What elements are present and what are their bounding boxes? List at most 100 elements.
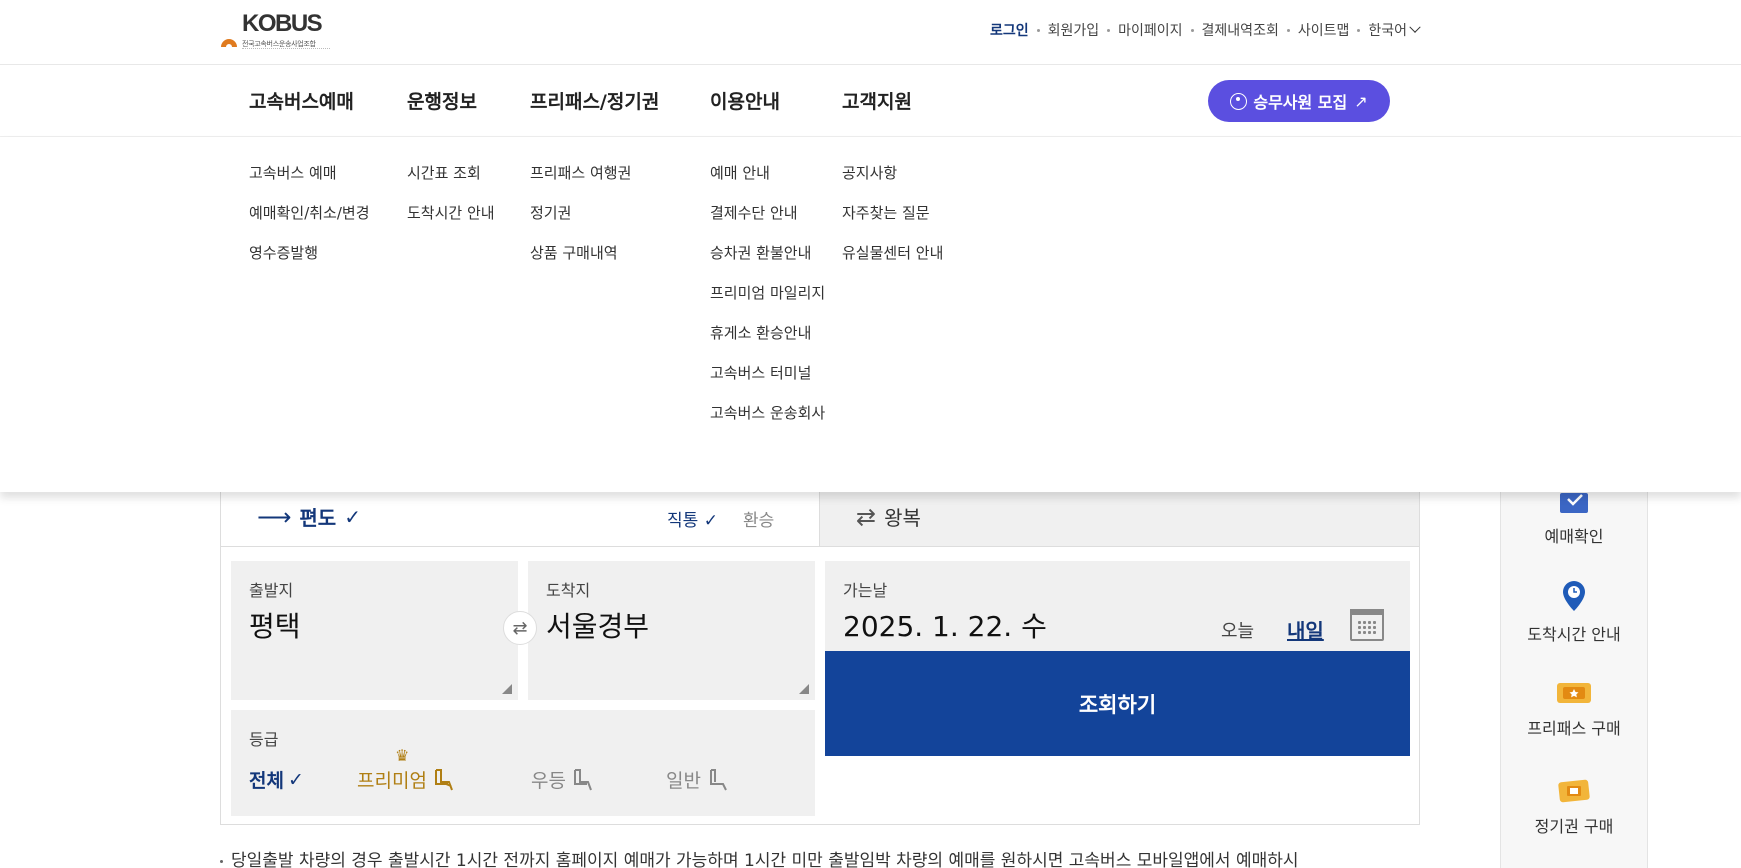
- submenu-item[interactable]: 프리미엄 마일리지: [710, 283, 825, 323]
- excellent-seat-icon: [573, 768, 592, 790]
- quick-arrival-time[interactable]: 도착시간 안내: [1501, 579, 1647, 645]
- nav-guide[interactable]: 이용안내: [710, 87, 780, 114]
- submenu-item[interactable]: 예매확인/취소/변경: [249, 203, 370, 243]
- arrival-caption: 도착지: [546, 581, 591, 600]
- quick-freepass[interactable]: 프리패스 구매: [1501, 679, 1647, 739]
- oneway-text: 편도: [299, 506, 337, 530]
- quick-commuter-pass[interactable]: 정기권 구매: [1501, 775, 1647, 837]
- notice-text: 당일출발 차량의 경우 출발시간 1시간 전까지 홈페이지 예매가 가능하며 1…: [220, 846, 1299, 868]
- submenu-item[interactable]: 공지사항: [842, 163, 943, 203]
- separator-dot: [1036, 28, 1040, 32]
- arrow-right-icon: ⟶: [257, 502, 292, 531]
- submenu-item[interactable]: 프리패스 여행권: [530, 163, 631, 203]
- login-link[interactable]: 로그인: [990, 20, 1029, 40]
- tomorrow-button[interactable]: 내일: [1287, 615, 1324, 644]
- kobus-logo[interactable]: KOBUS 전국고속버스운송사업조합: [220, 10, 332, 54]
- swap-stations-button[interactable]: ⇄: [503, 611, 537, 645]
- separator-dot: [1107, 28, 1111, 32]
- separator-dot: [1357, 28, 1361, 32]
- date-caption: 가는날: [843, 581, 888, 600]
- language-select[interactable]: 한국어: [1368, 20, 1407, 40]
- check-icon: ✓: [287, 768, 304, 791]
- submenu-freepass: 프리패스 여행권 정기권 상품 구매내역: [530, 163, 631, 283]
- submenu-item[interactable]: 시간표 조회: [407, 163, 495, 203]
- submenu-item[interactable]: 예매 안내: [710, 163, 825, 203]
- separator-dot: [1190, 28, 1194, 32]
- grade-standard-option[interactable]: 일반: [666, 766, 729, 793]
- departure-value: 평택: [249, 610, 301, 643]
- corner-marker-icon: [502, 684, 512, 694]
- submenu-item[interactable]: 도착시간 안내: [407, 203, 495, 243]
- grade-excellent-label: 우등: [531, 770, 566, 792]
- oneway-label: ⟶ 편도 ✓: [257, 502, 361, 531]
- grade-all-label: 전체: [249, 770, 284, 792]
- submenu-express-booking: 고속버스 예매 예매확인/취소/변경 영수증발행: [249, 163, 370, 283]
- submenu-item[interactable]: 고속버스 운송회사: [710, 403, 825, 443]
- roundtrip-text: 왕복: [884, 506, 921, 530]
- submenu-guide: 예매 안내 결제수단 안내 승차권 환불안내 프리미엄 마일리지 휴게소 환승안…: [710, 163, 825, 443]
- bullet-dot: [220, 859, 223, 863]
- separator-dot: [1286, 28, 1290, 32]
- submenu-item[interactable]: 영수증발행: [249, 243, 370, 283]
- nav-express-booking[interactable]: 고속버스예매: [249, 87, 354, 114]
- route-transfer-option[interactable]: 환승: [743, 506, 774, 531]
- submenu-item[interactable]: 고속버스 터미널: [710, 363, 825, 403]
- nav-support[interactable]: 고객지원: [842, 87, 912, 114]
- logo-divider: [242, 48, 330, 51]
- person-icon: [1230, 92, 1248, 110]
- location-pin-icon: [1563, 581, 1585, 611]
- route-direct-option[interactable]: 직통 ✓: [667, 506, 718, 531]
- grade-excellent-option[interactable]: 우등: [531, 766, 594, 793]
- search-button[interactable]: 조회하기: [825, 651, 1410, 756]
- logo-brand: KOBUS: [242, 10, 323, 37]
- submenu-item[interactable]: 상품 구매내역: [530, 243, 631, 283]
- date-value: 2025. 1. 22. 수: [843, 610, 1047, 643]
- quick-label: 프리패스 구매: [1527, 719, 1621, 738]
- submenu-item[interactable]: 유실물센터 안내: [842, 243, 943, 283]
- submenu-item[interactable]: 정기권: [530, 203, 631, 243]
- payment-history-link[interactable]: 결제내역조회: [1202, 20, 1279, 40]
- swap-icon: ⇄: [512, 617, 528, 639]
- submenu-item[interactable]: 승차권 환불안내: [710, 243, 825, 283]
- quick-label: 정기권 구매: [1534, 817, 1614, 836]
- nav-freepass[interactable]: 프리패스/정기권: [530, 87, 659, 114]
- signup-link[interactable]: 회원가입: [1048, 20, 1100, 40]
- chevron-down-icon[interactable]: [1409, 21, 1421, 33]
- arrival-value: 서울경부: [546, 610, 650, 643]
- commuter-pass-icon: [1558, 779, 1590, 803]
- quick-menu: 예매확인 도착시간 안내 프리패스 구매 정기권 구매: [1500, 462, 1648, 868]
- top-bar: KOBUS 전국고속버스운송사업조합 로그인 회원가입 마이페이지 결제내역조회…: [0, 0, 1741, 65]
- grade-premium-option[interactable]: 프리미엄: [357, 766, 455, 793]
- main-nav: 고속버스예매 운행정보 프리패스/정기권 이용안내 고객지원 승무사원 모집 ↗: [0, 65, 1741, 137]
- submenu-item[interactable]: 휴게소 환승안내: [710, 323, 825, 363]
- submenu-item[interactable]: 자주찾는 질문: [842, 203, 943, 243]
- quick-booking-check[interactable]: 예매확인: [1501, 483, 1647, 547]
- mypage-link[interactable]: 마이페이지: [1118, 20, 1182, 40]
- booking-panel: ⟶ 편도 ✓ 직통 ✓ 환승 ⇄ 왕복 출발지 평택 ⇄ 도착지 서울경부 가는…: [220, 470, 1420, 825]
- freepass-ticket-icon: [1557, 683, 1591, 703]
- corner-marker-icon: [799, 684, 809, 694]
- submenu-support: 공지사항 자주찾는 질문 유실물센터 안내: [842, 163, 943, 283]
- check-icon: ✓: [344, 504, 361, 529]
- crown-icon: ♛: [395, 746, 410, 765]
- submenu-item[interactable]: 고속버스 예매: [249, 163, 370, 203]
- calendar-icon[interactable]: [1350, 609, 1384, 641]
- grade-field: 등급 전체 ✓ ♛ 프리미엄 우등 일반: [231, 710, 815, 816]
- sun-logo-icon: [221, 39, 237, 48]
- today-button[interactable]: 오늘: [1221, 617, 1254, 643]
- utility-nav: 로그인 회원가입 마이페이지 결제내역조회 사이트맵 한국어: [990, 20, 1421, 40]
- nav-operation-info[interactable]: 운행정보: [407, 87, 477, 114]
- calendar-grid: [1357, 620, 1377, 636]
- arrival-field[interactable]: 도착지 서울경부: [528, 561, 815, 700]
- mega-menu-dropdown: 고속버스 예매 예매확인/취소/변경 영수증발행 시간표 조회 도착시간 안내 …: [0, 137, 1741, 492]
- recruit-label: 승무사원 모집: [1253, 93, 1348, 112]
- grade-all-option[interactable]: 전체 ✓: [249, 766, 304, 793]
- recruit-button[interactable]: 승무사원 모집 ↗: [1208, 80, 1390, 122]
- sitemap-link[interactable]: 사이트맵: [1298, 20, 1350, 40]
- departure-field[interactable]: 출발지 평택: [231, 561, 518, 700]
- grade-premium-label: 프리미엄: [357, 770, 427, 792]
- notice-body: 당일출발 차량의 경우 출발시간 1시간 전까지 홈페이지 예매가 가능하며 1…: [231, 851, 1299, 868]
- submenu-item[interactable]: 결제수단 안내: [710, 203, 825, 243]
- quick-label: 도착시간 안내: [1527, 625, 1621, 644]
- round-trip-arrows-icon: ⇄: [856, 502, 877, 531]
